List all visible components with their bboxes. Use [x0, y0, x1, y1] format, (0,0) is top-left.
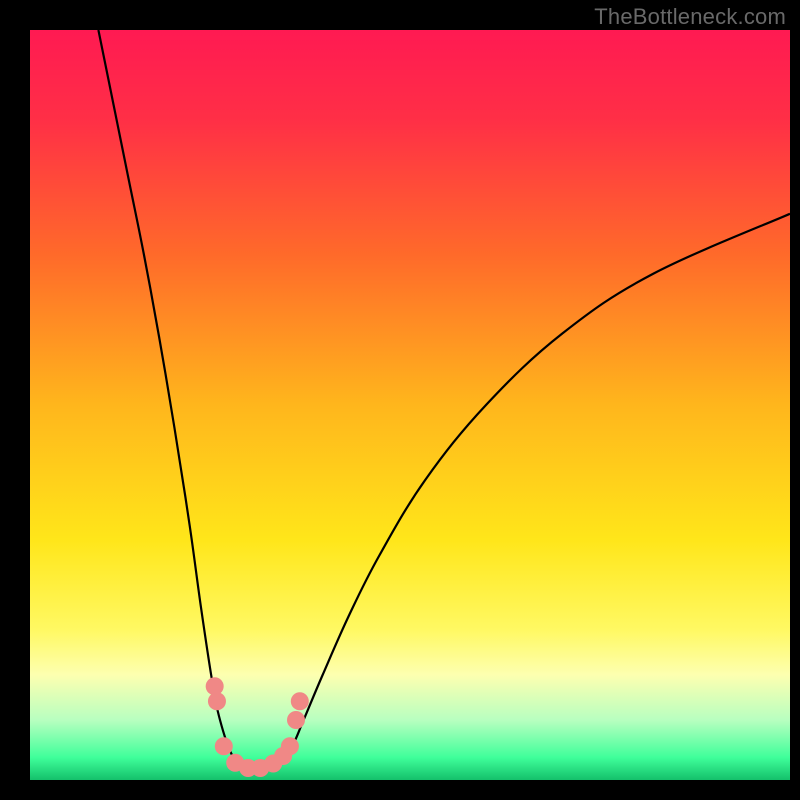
watermark-text: TheBottleneck.com [594, 4, 786, 30]
chart-frame: TheBottleneck.com [0, 0, 800, 800]
curve-marker [291, 692, 309, 710]
curve-marker [287, 711, 305, 729]
curve-marker [215, 737, 233, 755]
gradient-background [30, 30, 790, 780]
curve-marker [208, 692, 226, 710]
bottleneck-chart [0, 0, 800, 800]
curve-marker [281, 737, 299, 755]
